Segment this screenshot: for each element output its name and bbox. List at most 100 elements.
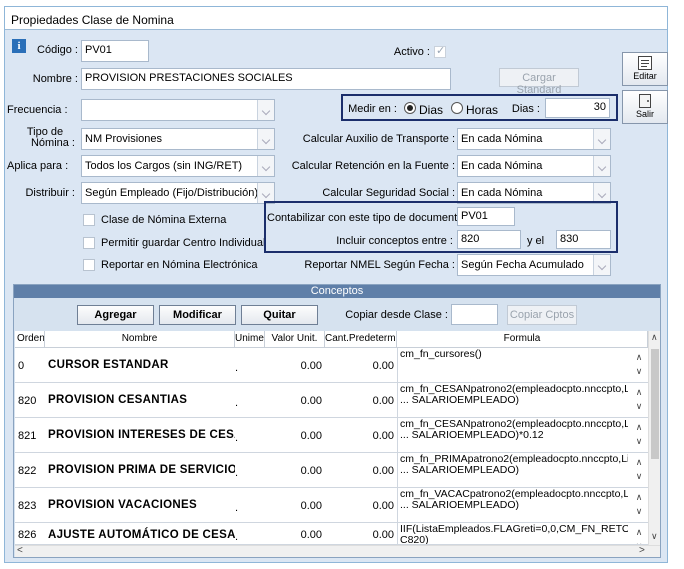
aux-transporte-select[interactable]: En cada Nómina (457, 128, 611, 150)
col-orden[interactable]: Orden (15, 331, 45, 347)
row-unidad: . (235, 362, 239, 374)
medir-dias-label: Dias (419, 103, 444, 117)
grid-header: Orden Nombre Unimec Valor Unit. Cant.Pre… (15, 331, 648, 348)
row-cant: 0.00 (372, 430, 394, 442)
formula-scroll-arrows-icon[interactable]: ∧∨ (634, 525, 644, 544)
chevron-down-icon[interactable] (257, 183, 274, 203)
codigo-label: Código : (37, 44, 78, 56)
quitar-button[interactable]: Quitar (241, 305, 318, 325)
tipo-nomina-select[interactable]: NM Provisiones (81, 128, 275, 150)
editar-button[interactable]: Editar (622, 52, 668, 86)
row-formula[interactable]: cm_fn_PRIMApatrono2(empleadocpto.nnccpto… (397, 453, 648, 488)
agregar-button[interactable]: Agregar (77, 305, 154, 325)
clase-externa-checkbox[interactable] (83, 214, 95, 226)
row-valor: 0.00 (300, 395, 322, 407)
col-valor-unit[interactable]: Valor Unit. (265, 331, 325, 347)
scroll-up-icon[interactable]: ∧ (651, 332, 658, 343)
retencion-select[interactable]: En cada Nómina (457, 155, 611, 177)
scroll-left-icon[interactable]: < (17, 545, 23, 556)
reportar-electronica-checkbox[interactable] (83, 259, 95, 271)
table-row[interactable]: 0 CURSOR ESTANDAR . 0.00 0.00 cm_fn_curs… (15, 348, 648, 383)
scroll-right-icon[interactable]: > (639, 545, 645, 556)
col-nombre[interactable]: Nombre (45, 331, 235, 347)
aplica-select[interactable]: Todos los Cargos (sin ING/RET) (81, 155, 275, 177)
row-orden: 820 (18, 395, 37, 407)
row-valor: 0.00 (300, 465, 322, 477)
chevron-down-icon[interactable] (257, 100, 274, 120)
formula-scroll-arrows-icon[interactable]: ∧∨ (634, 420, 644, 450)
row-formula[interactable]: IIF(ListaEmpleados.FLAGreti=0,0,CM_FN_RE… (397, 523, 648, 544)
table-row[interactable]: 822 PROVISION PRIMA DE SERVICIO . 0.00 0… (15, 453, 648, 488)
seguridad-label: Calcular Seguridad Social : (322, 187, 455, 199)
chevron-down-icon[interactable] (593, 129, 610, 149)
conceptos-grid: Orden Nombre Unimec Valor Unit. Cant.Pre… (15, 331, 660, 557)
reportar-electronica-label: Reportar en Nómina Electrónica (101, 259, 258, 271)
table-row[interactable]: 826 AJUSTE AUTOMÁTICO DE CESAN . 0.00 0.… (15, 523, 648, 545)
table-row[interactable]: 821 PROVISION INTERESES DE CESA . 0.00 0… (15, 418, 648, 453)
permitir-centro-label: Permitir guardar Centro Individual (101, 237, 266, 249)
distribuir-select[interactable]: Según Empleado (Fijo/Distribución) (81, 182, 275, 204)
row-valor: 0.00 (300, 430, 322, 442)
row-nombre: CURSOR ESTANDAR (48, 359, 169, 371)
contabilizar-input[interactable]: PV01 (457, 207, 515, 226)
frecuencia-select[interactable] (81, 99, 275, 121)
medir-dias-radio[interactable] (404, 102, 416, 114)
scroll-down-icon[interactable]: ∨ (651, 531, 658, 542)
row-formula[interactable]: cm_fn_CESANpatrono2(empleadocpto.nnccpto… (397, 383, 648, 418)
edit-document-icon (638, 56, 652, 70)
dias-label: Dias : (511, 103, 540, 115)
formula-scroll-arrows-icon[interactable]: ∧∨ (634, 490, 644, 520)
row-valor: 0.00 (300, 529, 322, 541)
activo-label: Activo : (393, 46, 430, 58)
col-formula[interactable]: Formula (397, 331, 648, 347)
row-formula[interactable]: cm_fn_VACACpatrono2(empleadocpto.nnccpto… (397, 488, 648, 523)
nombre-label: Nombre : (32, 73, 78, 85)
chevron-down-icon[interactable] (593, 183, 610, 203)
conceptos-panel: Conceptos Agregar Modificar Quitar Copia… (13, 284, 661, 558)
formula-scroll-arrows-icon[interactable]: ∧∨ (634, 385, 644, 415)
chevron-down-icon[interactable] (257, 156, 274, 176)
activo-checkbox[interactable]: ✓ (434, 45, 446, 58)
row-orden: 823 (18, 500, 37, 512)
grid-horizontal-scrollbar[interactable]: < > (15, 545, 660, 557)
modificar-button[interactable]: Modificar (159, 305, 236, 325)
col-unidad[interactable]: Unimec (235, 331, 265, 347)
chevron-down-icon[interactable] (593, 255, 610, 275)
chevron-down-icon[interactable] (257, 129, 274, 149)
row-unidad: . (235, 531, 239, 543)
nombre-input[interactable]: PROVISION PRESTACIONES SOCIALES (81, 68, 451, 90)
table-row[interactable]: 820 PROVISION CESANTIAS . 0.00 0.00 cm_f… (15, 383, 648, 418)
grid-vertical-scrollbar[interactable]: ∧ ∨ (648, 331, 660, 545)
copiar-cptos-button[interactable]: Copiar Cptos (507, 305, 577, 325)
medir-horas-radio[interactable] (451, 102, 463, 114)
chevron-down-icon[interactable] (593, 156, 610, 176)
incluir-from-input[interactable]: 820 (457, 230, 521, 249)
incluir-to-input[interactable]: 830 (556, 230, 611, 249)
salir-label: Salir (635, 109, 654, 119)
window-body: i Código : PV01 Activo : ✓ Nombre : PROV… (5, 30, 668, 562)
salir-button[interactable]: Salir (622, 90, 668, 124)
medir-horas-label: Horas (466, 103, 499, 117)
codigo-input[interactable]: PV01 (81, 40, 149, 62)
row-nombre: PROVISION PRIMA DE SERVICIO (48, 464, 235, 476)
formula-scroll-arrows-icon[interactable]: ∧∨ (634, 455, 644, 485)
row-valor: 0.00 (300, 500, 322, 512)
copiar-input[interactable] (451, 304, 498, 325)
row-formula[interactable]: cm_fn_CESANpatrono2(empleadocpto.nnccpto… (397, 418, 648, 453)
row-nombre: PROVISION VACACIONES (48, 499, 197, 511)
row-orden: 821 (18, 430, 37, 442)
row-nombre: PROVISION CESANTIAS (48, 394, 188, 406)
formula-scroll-arrows-icon[interactable]: ∧∨ (634, 350, 644, 380)
frecuencia-label: Frecuencia : (7, 104, 68, 116)
scroll-thumb[interactable] (651, 349, 659, 459)
row-formula[interactable]: cm_fn_cursores() ∧ ∨ (397, 348, 648, 383)
row-orden: 0 (18, 360, 25, 372)
table-row[interactable]: 823 PROVISION VACACIONES . 0.00 0.00 cm_… (15, 488, 648, 523)
dias-input[interactable]: 30 (545, 98, 610, 118)
cargar-standard-button[interactable]: Cargar Standard (499, 68, 579, 96)
col-cant-predet[interactable]: Cant.Predetermi (325, 331, 397, 347)
row-nombre: PROVISION INTERESES DE CESA (48, 429, 235, 441)
permitir-centro-checkbox[interactable] (83, 237, 95, 249)
distribuir-label: Distribuir : (25, 187, 75, 199)
nmel-select[interactable]: Según Fecha Acumulado (457, 254, 611, 276)
